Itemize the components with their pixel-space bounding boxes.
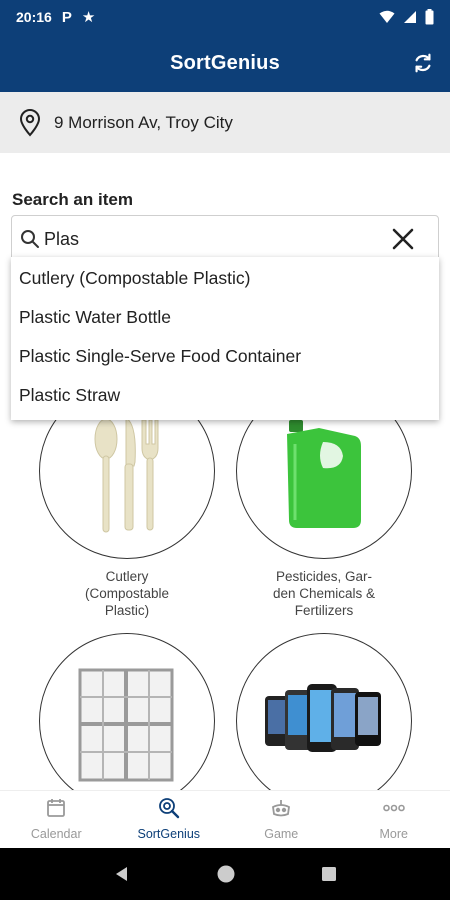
app-title: SortGenius	[170, 51, 280, 74]
recents-icon[interactable]	[321, 866, 337, 882]
address-text: 9 Morrison Av, Troy City	[54, 112, 233, 132]
more-icon	[382, 796, 406, 820]
window-image	[78, 668, 174, 782]
refresh-button[interactable]	[408, 48, 438, 78]
nav-label: SortGenius	[137, 827, 201, 841]
battery-icon	[425, 9, 434, 25]
search-icon	[21, 230, 39, 248]
app-bar: SortGenius	[0, 34, 450, 92]
item-electronics[interactable]	[236, 633, 412, 809]
address-bar[interactable]: 9 Morrison Av, Troy City	[0, 92, 450, 153]
system-nav-bar	[0, 848, 450, 900]
signal-icon	[404, 11, 416, 23]
parking-icon: P	[61, 8, 72, 26]
nav-label: Calendar	[30, 827, 82, 841]
nav-game[interactable]: Game	[225, 791, 338, 848]
nav-label: More	[379, 827, 408, 841]
screen: 20:16 P ★ SortGenius 9 Morrison Av, Troy…	[0, 0, 450, 900]
search-globe-icon	[157, 796, 181, 820]
search-box[interactable]	[11, 215, 439, 263]
nav-label: Game	[264, 827, 299, 841]
star-icon: ★	[81, 9, 96, 26]
status-right	[379, 9, 434, 25]
suggestions-dropdown: Cutlery (Compostable Plastic) Plastic Wa…	[11, 257, 439, 420]
close-icon	[392, 228, 414, 250]
cell-phones-image	[265, 684, 381, 752]
clear-search-button[interactable]	[390, 226, 416, 252]
calendar-icon	[44, 796, 68, 820]
wifi-icon	[379, 10, 395, 23]
suggestion-item[interactable]: Plastic Straw	[11, 376, 439, 415]
suggestion-item[interactable]: Plastic Water Bottle	[11, 298, 439, 337]
refresh-icon	[415, 53, 431, 73]
nav-sortgenius[interactable]: SortGenius	[113, 791, 226, 848]
location-pin-icon	[19, 108, 41, 136]
nav-calendar[interactable]: Calendar	[0, 791, 113, 848]
bottom-nav: Calendar SortGenius Game More	[0, 790, 450, 848]
item-label: Pesticides, Gar- den Chemicals & Fertili…	[272, 569, 376, 618]
nav-more[interactable]: More	[338, 791, 450, 848]
search-input[interactable]	[44, 228, 374, 250]
suggestion-item[interactable]: Plastic Single-Serve Food Container	[11, 337, 439, 376]
search-label: Search an item	[12, 190, 133, 209]
item-circle	[39, 633, 215, 809]
suggestion-item[interactable]: Cutlery (Compostable Plastic)	[11, 259, 439, 298]
home-icon[interactable]	[216, 864, 236, 884]
status-bar: 20:16 P ★	[0, 0, 450, 34]
back-icon[interactable]	[113, 865, 131, 883]
game-icon	[269, 796, 293, 820]
status-time: 20:16	[16, 9, 52, 25]
item-window[interactable]	[39, 633, 215, 809]
item-circle	[236, 633, 412, 809]
item-label: Cutlery (Compostable Plastic)	[84, 569, 170, 618]
